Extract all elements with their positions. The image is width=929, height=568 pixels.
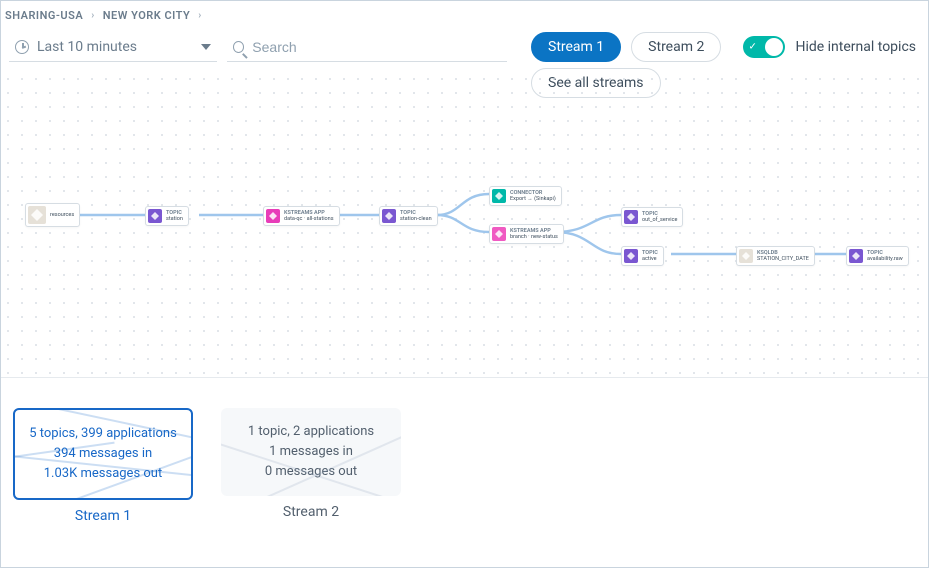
pill-stream1[interactable]: Stream 1 — [531, 32, 621, 62]
node-station[interactable]: TOPICstation — [145, 206, 189, 226]
node-station-clean[interactable]: TOPICstation-clean — [379, 206, 438, 226]
time-range-label: Last 10 minutes — [37, 39, 137, 55]
stream1-msg-in: 394 messages in — [25, 444, 181, 464]
breadcrumb-lvl2[interactable]: NEW YORK CITY — [103, 9, 191, 22]
topic-icon — [148, 209, 162, 223]
clock-icon — [15, 40, 29, 54]
topic-icon — [624, 249, 638, 263]
kstreams-icon — [492, 227, 506, 241]
resources-icon — [28, 206, 46, 224]
node-branch[interactable]: KSTREAMS APPbranch · new-status — [489, 224, 564, 244]
stream-summary-row: 5 topics, 399 applications 394 messages … — [1, 378, 928, 536]
node-ksqldb[interactable]: KSQLDBSTATION_CITY_DATE — [736, 246, 815, 266]
stream1-topics: 5 topics, 399 applications — [25, 424, 181, 444]
toolbar: Last 10 minutes Stream 1 Stream 2 See al… — [1, 26, 928, 72]
node-out-of-service[interactable]: TOPICout_of_service — [621, 207, 683, 227]
hide-internal-toggle[interactable] — [743, 36, 785, 58]
stream-card-2[interactable]: 1 topic, 2 applications 1 messages in 0 … — [221, 408, 401, 524]
node-connector-export[interactable]: CONNECTORExport → (Sinkapi) — [489, 186, 562, 206]
chevron-right-icon: › — [198, 10, 202, 21]
stream2-topics: 1 topic, 2 applications — [231, 422, 391, 442]
topic-icon — [849, 249, 863, 263]
time-range-picker[interactable]: Last 10 minutes — [9, 33, 217, 62]
breadcrumb: SHARING-USA › NEW YORK CITY › — [1, 1, 928, 26]
edges-layer — [1, 72, 928, 377]
stream-card-1[interactable]: 5 topics, 399 applications 394 messages … — [13, 408, 193, 524]
node-availability[interactable]: TOPICavailability.raw — [846, 246, 909, 266]
search-box[interactable] — [227, 33, 507, 62]
hide-internal-toggle-group: Hide internal topics — [743, 36, 916, 58]
node-active[interactable]: TOPICactive — [621, 246, 664, 266]
search-icon — [233, 41, 244, 53]
lineage-canvas[interactable]: resources TOPICstation KSTREAMS APPdata-… — [1, 72, 928, 378]
topic-icon — [382, 209, 396, 223]
ksqldb-icon — [739, 249, 753, 263]
stream2-title: Stream 2 — [283, 504, 339, 520]
connector-icon — [492, 189, 506, 203]
chevron-right-icon: › — [91, 10, 95, 21]
node-resources[interactable]: resources — [25, 203, 80, 227]
stream1-title: Stream 1 — [75, 508, 131, 524]
breadcrumb-lvl1[interactable]: SHARING-USA — [5, 9, 83, 22]
pill-stream2[interactable]: Stream 2 — [631, 32, 721, 62]
node-dataqc[interactable]: KSTREAMS APPdata-qc · all-stations — [263, 206, 340, 226]
chevron-down-icon — [201, 44, 211, 50]
search-input[interactable] — [252, 39, 501, 55]
kstreams-icon — [266, 209, 280, 223]
hide-internal-label: Hide internal topics — [795, 39, 916, 55]
stream-pills: Stream 1 Stream 2 — [531, 32, 721, 62]
topic-icon — [624, 210, 638, 224]
